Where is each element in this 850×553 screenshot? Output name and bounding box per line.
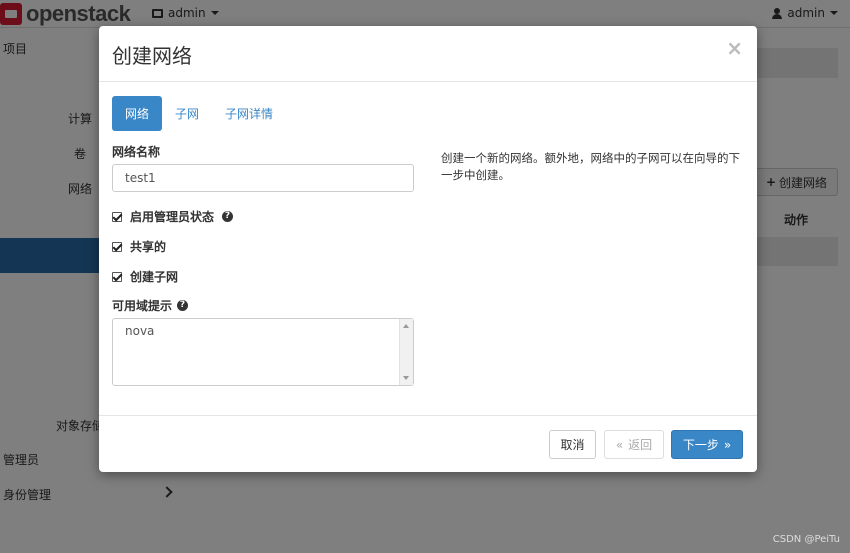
help-icon[interactable]: ? <box>222 211 234 222</box>
modal-footer: 取消 « 返回 下一步 » <box>99 415 757 472</box>
help-icon[interactable]: ? <box>177 300 189 311</box>
modal-header: 创建网络 × <box>99 26 757 82</box>
wizard-tabs: 网络 子网 子网详情 <box>112 96 286 131</box>
admin-state-label: 启用管理员状态 <box>130 210 215 224</box>
shared-checkbox-row[interactable]: 共享的 <box>112 238 166 255</box>
az-hint-option[interactable]: nova <box>125 324 154 338</box>
next-label: 下一步 <box>682 438 719 452</box>
shared-checkbox[interactable] <box>112 241 122 252</box>
admin-state-checkbox[interactable] <box>112 211 122 222</box>
network-name-label: 网络名称 <box>112 143 160 160</box>
close-icon[interactable]: × <box>726 36 743 60</box>
cancel-label: 取消 <box>560 438 585 452</box>
double-chevron-right-icon: » <box>723 437 732 452</box>
az-hint-label-text: 可用域提示 <box>112 299 173 313</box>
back-button[interactable]: « 返回 <box>604 430 664 459</box>
help-description: 创建一个新的网络。额外地，网络中的子网可以在向导的下一步中创建。 <box>441 151 740 182</box>
tab-subnet[interactable]: 子网 <box>162 96 212 131</box>
network-name-label-text: 网络名称 <box>112 145 161 159</box>
az-hint-label: 可用域提示 ? <box>112 297 189 314</box>
double-chevron-left-icon: « <box>615 437 624 452</box>
watermark: CSDN @PeiTu <box>772 534 840 545</box>
create-subnet-checkbox-row[interactable]: 创建子网 <box>112 268 178 285</box>
create-network-modal: 创建网络 × 网络 子网 子网详情 网络名称 启用管理员状态 ? 共享的 创建子… <box>99 26 757 472</box>
next-button[interactable]: 下一步 » <box>671 430 743 459</box>
shared-label: 共享的 <box>130 240 167 254</box>
az-hint-select[interactable]: nova <box>112 318 414 386</box>
create-subnet-label: 创建子网 <box>130 270 179 284</box>
tab-network[interactable]: 网络 <box>112 96 163 131</box>
modal-title: 创建网络 <box>112 44 192 68</box>
scroll-down-icon[interactable] <box>403 376 409 380</box>
create-subnet-checkbox[interactable] <box>112 271 122 282</box>
scroll-up-icon[interactable] <box>403 324 409 328</box>
admin-state-checkbox-row[interactable]: 启用管理员状态 ? <box>112 208 234 225</box>
az-hint-scrollbar[interactable] <box>399 319 413 385</box>
tab-subnet-details[interactable]: 子网详情 <box>212 96 286 131</box>
back-label: 返回 <box>628 438 653 452</box>
network-name-input[interactable] <box>112 164 414 192</box>
cancel-button[interactable]: 取消 <box>549 430 596 459</box>
